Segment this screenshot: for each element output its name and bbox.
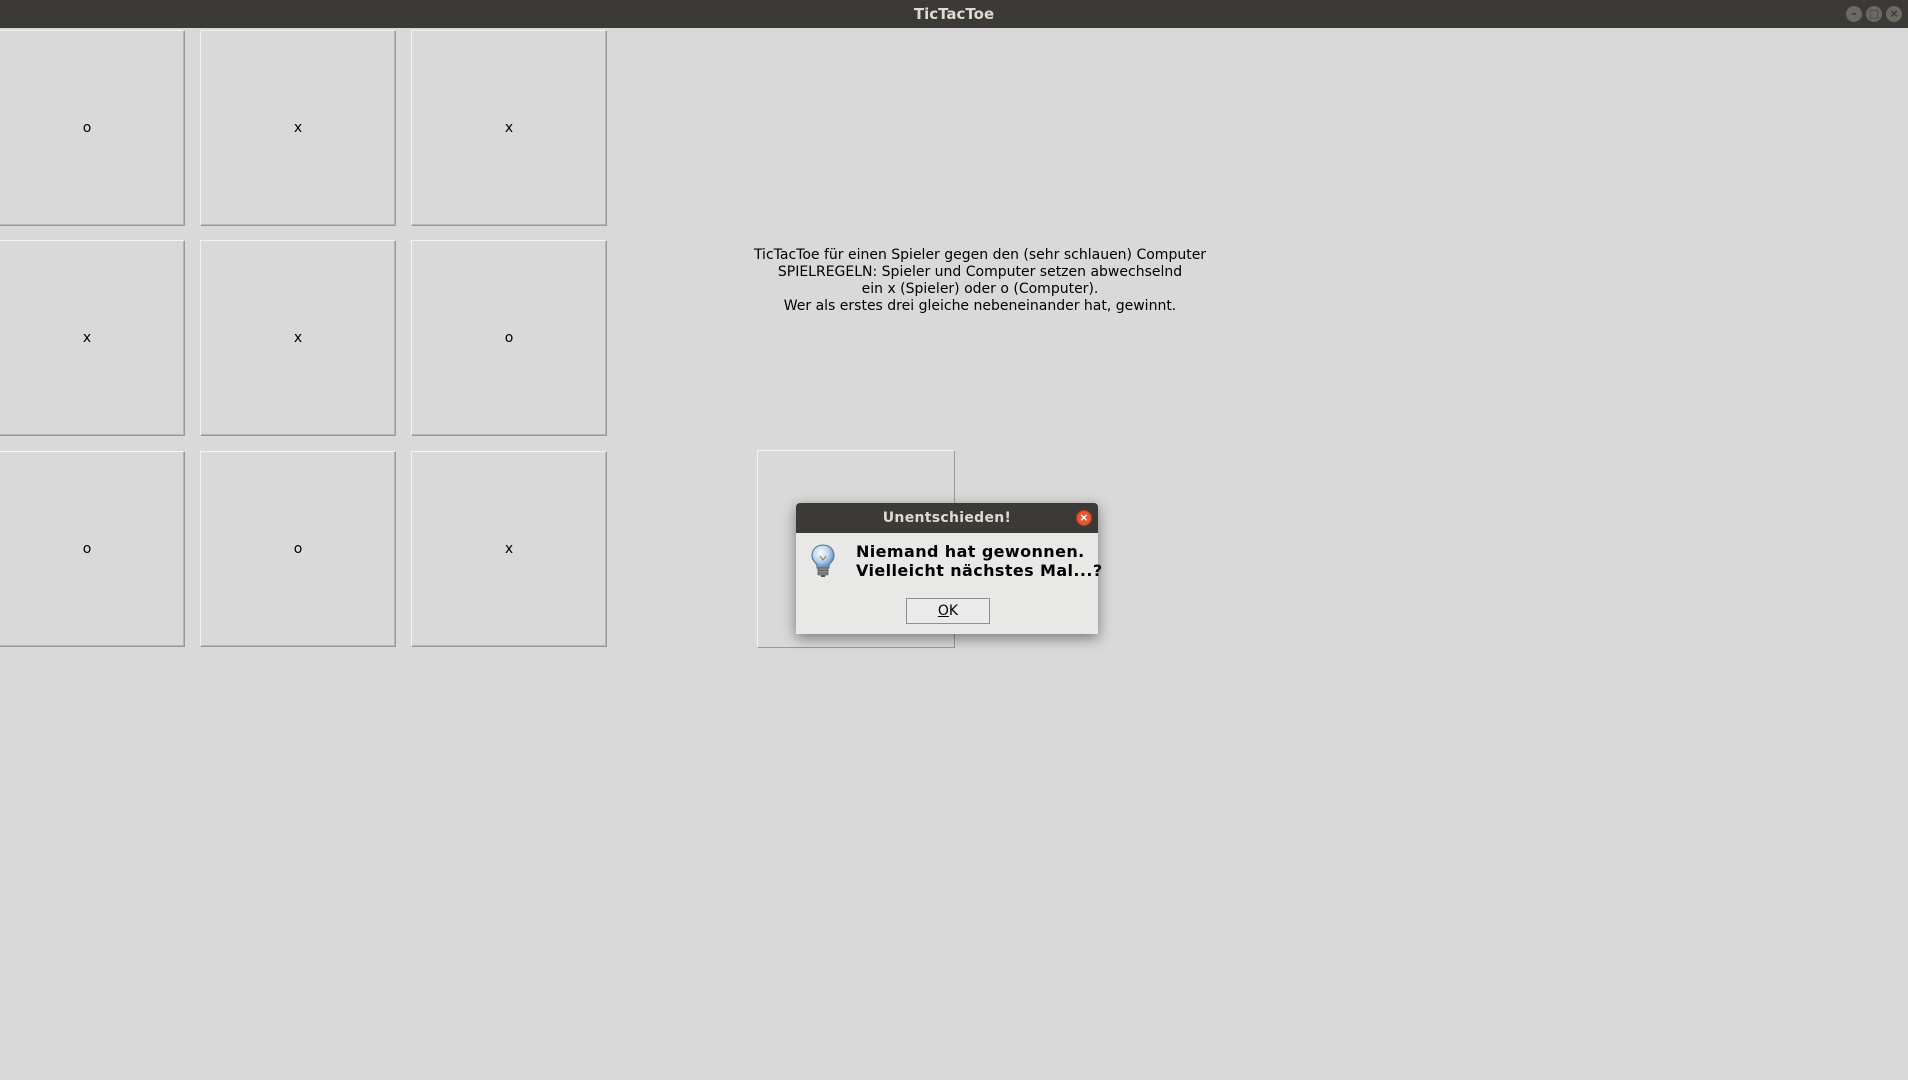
rules-line: ein x (Spieler) oder o (Computer).: [861, 281, 1099, 297]
rules-line: SPIELREGELN: Spieler und Computer setzen…: [777, 264, 1183, 280]
ok-button-label: K: [948, 603, 959, 619]
lightbulb-icon: [811, 544, 835, 577]
dialog-message-line: Vielleicht nächstes Mal...?: [856, 561, 1103, 580]
board-cell-0-2[interactable]: x: [411, 30, 607, 226]
board-cell-2-2[interactable]: x: [411, 451, 607, 647]
maximize-icon[interactable]: □: [1866, 6, 1882, 22]
board-cell-1-1[interactable]: x: [200, 240, 396, 436]
window-titlebar[interactable]: TicTacToe – □ ×: [0, 0, 1908, 28]
window-controls: – □ ×: [1846, 6, 1902, 22]
cell-mark: x: [504, 120, 514, 136]
cell-mark: o: [504, 330, 514, 346]
ok-button-mnemonic: O: [937, 603, 949, 619]
window-title: TicTacToe: [913, 5, 995, 23]
board-cell-1-2[interactable]: o: [411, 240, 607, 436]
cell-mark: x: [293, 330, 303, 346]
dialog-title: Unentschieden!: [882, 510, 1012, 526]
board-cell-0-1[interactable]: x: [200, 30, 396, 226]
cell-mark: o: [82, 541, 92, 557]
cell-mark: o: [82, 120, 92, 136]
rules-line: TicTacToe für einen Spieler gegen den (s…: [753, 247, 1207, 263]
cell-mark: x: [504, 541, 514, 557]
dialog-message-line: Niemand hat gewonnen.: [856, 542, 1085, 561]
tictactoe-window: TicTacToe – □ × o x x x x o o o x TicTac…: [0, 0, 1908, 1080]
result-dialog: Unentschieden! × Niemand hat gewonnen. V…: [796, 503, 1102, 634]
close-icon[interactable]: ×: [1886, 6, 1902, 22]
board-cell-2-0[interactable]: o: [0, 451, 185, 647]
rules-text: TicTacToe für einen Spieler gegen den (s…: [700, 247, 1260, 315]
cell-mark: o: [293, 541, 303, 557]
board-cell-0-0[interactable]: o: [0, 30, 185, 226]
dialog-titlebar[interactable]: Unentschieden! ×: [796, 503, 1098, 533]
board-cell-1-0[interactable]: x: [0, 240, 185, 436]
dialog-close-icon[interactable]: ×: [1076, 510, 1092, 526]
rules-line: Wer als erstes drei gleiche nebeneinande…: [783, 298, 1177, 314]
cell-mark: x: [82, 330, 92, 346]
board-cell-2-1[interactable]: o: [200, 451, 396, 647]
minimize-icon[interactable]: –: [1846, 6, 1862, 22]
dialog-message: Niemand hat gewonnen. Vielleicht nächste…: [856, 542, 1103, 580]
cell-mark: x: [293, 120, 303, 136]
ok-button[interactable]: OK: [906, 598, 990, 624]
